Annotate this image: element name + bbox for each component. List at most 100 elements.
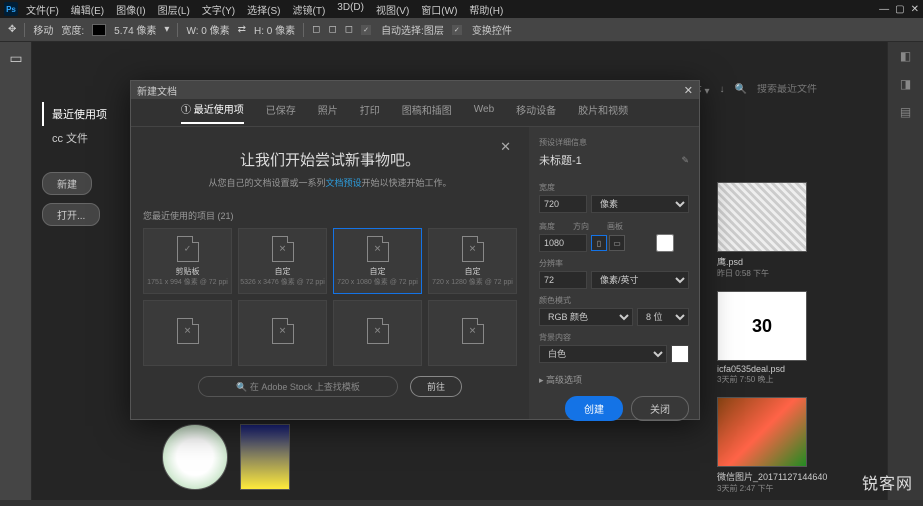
transform-label: 变换控件 <box>472 22 512 37</box>
file-item[interactable]: 30 icfa0535deal.psd 3天前 7:50 晚上 <box>717 291 837 385</box>
new-button[interactable]: 新建 <box>42 172 92 195</box>
watermark: 锐客网 <box>862 470 913 494</box>
open-button[interactable]: 打开... <box>42 203 100 226</box>
width-label: 宽度 <box>539 182 689 193</box>
height-input[interactable] <box>539 234 587 252</box>
color-depth[interactable]: 8 位 <box>637 308 689 326</box>
preset-custom[interactable]: ✕自定5326 x 3476 像素 @ 72 ppi <box>238 228 327 294</box>
create-button[interactable]: 创建 <box>565 396 623 421</box>
file-thumb[interactable] <box>240 424 290 490</box>
bg-swatch[interactable] <box>671 345 689 363</box>
sort-dir-icon[interactable]: ↓ <box>720 84 725 95</box>
close-button[interactable]: 关闭 <box>631 396 689 421</box>
sidebar-recent[interactable]: 最近使用项 <box>42 102 142 126</box>
tab-mobile[interactable]: 移动设备 <box>516 102 556 123</box>
tool-rect[interactable]: ▭ <box>2 44 30 72</box>
menu-filter[interactable]: 滤镜(T) <box>293 2 326 17</box>
panels-dock: ◧ ◨ ▤ <box>887 42 923 500</box>
edit-name-icon[interactable]: ✎ <box>681 155 689 166</box>
hero-close-icon[interactable]: ✕ <box>500 139 511 155</box>
preset-custom-selected[interactable]: ✕自定720 x 1080 像素 @ 72 ppi <box>333 228 422 294</box>
menu-image[interactable]: 图像(I) <box>116 2 145 17</box>
tab-photo[interactable]: 照片 <box>318 102 338 123</box>
panel-icon[interactable]: ◨ <box>888 70 923 98</box>
menu-3d[interactable]: 3D(D) <box>337 2 364 17</box>
file-item[interactable]: 微信图片_20171127144640 3天前 2:47 下午 <box>717 397 837 494</box>
orient-landscape[interactable]: ▭ <box>609 235 625 251</box>
preset-custom[interactable]: ✕自定720 x 1280 像素 @ 72 ppi <box>428 228 517 294</box>
details-header: 预设详细信息 <box>539 137 689 148</box>
close-icon[interactable]: ✕ <box>911 4 919 15</box>
tab-film[interactable]: 胶片和视频 <box>578 102 628 123</box>
dialog-title: 新建文档 <box>137 83 177 98</box>
file-thumb <box>717 397 807 467</box>
auto-select-label: 自动选择:图层 <box>381 22 444 37</box>
dialog-close-icon[interactable]: ✕ <box>684 84 693 97</box>
menubar: 文件(F) 编辑(E) 图像(I) 图层(L) 文字(Y) 选择(S) 滤镜(T… <box>26 2 503 17</box>
ps-logo: Ps <box>4 2 18 16</box>
width-label: 宽度: <box>61 22 84 37</box>
preset-item[interactable]: ✕ <box>428 300 517 366</box>
new-document-dialog: 新建文档 ✕ ① 最近使用项 已保存 照片 打印 图稿和插图 Web 移动设备 … <box>130 80 700 420</box>
res-input[interactable] <box>539 271 587 289</box>
hero-title: 让我们开始尝试新事物吧。 <box>163 149 497 170</box>
file-thumb[interactable] <box>162 424 228 490</box>
file-item[interactable]: 鹰.psd 昨日 0:58 下午 <box>717 182 837 279</box>
color-swatch[interactable] <box>92 24 106 36</box>
search-input[interactable] <box>757 84 837 95</box>
stock-search[interactable]: 🔍 在 Adobe Stock 上查找模板 <box>198 376 398 397</box>
file-thumb: 30 <box>717 291 807 361</box>
menu-edit[interactable]: 编辑(E) <box>71 2 104 17</box>
bg-label: 背景内容 <box>539 332 689 343</box>
hero-link[interactable]: 文档预设 <box>325 178 361 188</box>
tab-print[interactable]: 打印 <box>360 102 380 123</box>
orient-portrait[interactable]: ▯ <box>591 235 607 251</box>
artboard-checkbox[interactable] <box>641 234 689 252</box>
width-unit[interactable]: 像素 <box>591 195 689 213</box>
panel-icon[interactable]: ◧ <box>888 42 923 70</box>
bg-select[interactable]: 白色 <box>539 345 667 363</box>
menu-select[interactable]: 选择(S) <box>247 2 280 17</box>
menu-window[interactable]: 窗口(W) <box>421 2 457 17</box>
file-name: icfa0535deal.psd <box>717 364 837 374</box>
color-mode[interactable]: RGB 颜色 <box>539 308 633 326</box>
file-thumb <box>717 182 807 252</box>
menu-help[interactable]: 帮助(H) <box>469 2 503 17</box>
file-meta: 3天前 7:50 晚上 <box>717 374 837 385</box>
auto-select-checkbox[interactable]: ✓ <box>361 25 371 35</box>
move-label: 移动 <box>33 22 53 37</box>
artboard-label: 画板 <box>607 221 623 232</box>
preset-item[interactable]: ✕ <box>333 300 422 366</box>
width-input[interactable] <box>539 195 587 213</box>
h-value: H: 0 像素 <box>254 22 295 37</box>
section-label: 您最近使用的项目 (21) <box>143 209 517 222</box>
tab-art[interactable]: 图稿和插图 <box>402 102 452 123</box>
preset-item[interactable]: ✕ <box>143 300 232 366</box>
menu-text[interactable]: 文字(Y) <box>202 2 235 17</box>
menu-file[interactable]: 文件(F) <box>26 2 59 17</box>
color-label: 颜色模式 <box>539 295 689 306</box>
menu-view[interactable]: 视图(V) <box>376 2 409 17</box>
file-meta: 昨日 0:58 下午 <box>717 268 837 279</box>
transform-checkbox[interactable]: ✓ <box>452 25 462 35</box>
maximize-icon[interactable]: ▢ <box>895 4 904 15</box>
tab-web[interactable]: Web <box>474 104 494 121</box>
go-button[interactable]: 前往 <box>410 376 462 397</box>
file-name: 微信图片_20171127144640 <box>717 470 837 483</box>
panel-icon[interactable]: ▤ <box>888 98 923 126</box>
minimize-icon[interactable]: — <box>879 4 889 15</box>
res-unit[interactable]: 像素/英寸 <box>591 271 689 289</box>
sidebar-cc[interactable]: cc 文件 <box>42 126 142 150</box>
doc-name[interactable]: 未标题-1 <box>539 152 582 168</box>
file-meta: 3天前 2:47 下午 <box>717 483 837 494</box>
menu-layer[interactable]: 图层(L) <box>158 2 190 17</box>
tab-recent[interactable]: ① 最近使用项 <box>181 101 244 124</box>
advanced-toggle[interactable]: ▸ 高级选项 <box>539 373 689 386</box>
tab-saved[interactable]: 已保存 <box>266 102 296 123</box>
tools-panel: ▭ <box>0 42 32 500</box>
tool-icon[interactable]: ✥ <box>8 24 16 35</box>
preset-clipboard[interactable]: ✓剪贴板1751 x 994 像素 @ 72 ppi <box>143 228 232 294</box>
options-bar: ✥ 移动 宽度: 5.74 像素▾ W: 0 像素 ⇄ H: 0 像素 ◻◻◻ … <box>0 18 923 42</box>
preset-item[interactable]: ✕ <box>238 300 327 366</box>
res-label: 分辨率 <box>539 258 689 269</box>
